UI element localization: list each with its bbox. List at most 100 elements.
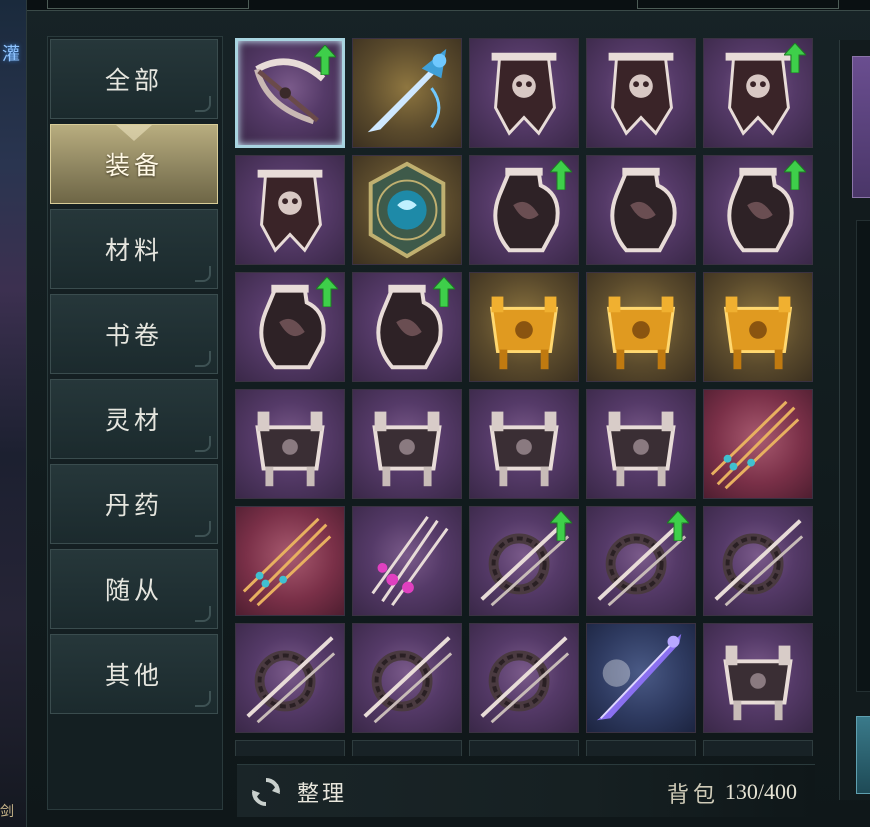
item-grid <box>235 38 819 758</box>
inventory-slot[interactable] <box>235 623 345 733</box>
tab-corner-ornament <box>195 351 211 367</box>
cauldron-gold-icon <box>489 296 559 370</box>
cauldron-icon <box>372 411 442 487</box>
category-tab[interactable]: 装备 <box>50 124 218 204</box>
inventory-slot-empty[interactable] <box>235 740 345 756</box>
inventory-slot[interactable] <box>586 389 696 499</box>
upgrade-arrow-icon <box>314 45 336 75</box>
background-scenery: 灌 剑 <box>0 0 26 827</box>
category-tab[interactable]: 灵材 <box>50 379 218 459</box>
inventory-slot[interactable] <box>703 272 813 382</box>
category-tab-label: 灵材 <box>104 406 163 435</box>
tab-corner-ornament <box>195 606 211 622</box>
inventory-slot[interactable] <box>235 155 345 265</box>
sword-icon <box>367 48 447 133</box>
scenery-text-bottom: 剑 <box>0 804 14 820</box>
inventory-slot[interactable] <box>352 155 462 265</box>
tab-corner-ornament <box>195 96 211 112</box>
bag-capacity: 130/400 <box>724 779 797 804</box>
ring-spear-icon <box>363 636 453 724</box>
cauldron-icon <box>255 411 325 487</box>
cauldron-icon <box>723 645 793 721</box>
category-tab[interactable]: 其他 <box>50 634 218 714</box>
cauldron-gold-icon <box>606 296 676 370</box>
category-tab-label: 全部 <box>104 66 163 95</box>
inventory-slot[interactable] <box>352 38 462 148</box>
inventory-slot[interactable] <box>469 389 579 499</box>
inventory-slot[interactable] <box>469 272 579 382</box>
tab-corner-ornament <box>195 436 211 452</box>
category-tab[interactable]: 书卷 <box>50 294 218 374</box>
sword-purple-icon <box>596 633 682 721</box>
category-tab[interactable]: 全部 <box>50 39 218 119</box>
inventory-slot[interactable] <box>586 38 696 148</box>
inventory-slot[interactable] <box>469 623 579 733</box>
category-tab[interactable]: 丹药 <box>50 464 218 544</box>
upgrade-arrow-icon <box>550 511 572 541</box>
banner-icon <box>257 169 323 253</box>
gourd-icon <box>610 167 677 253</box>
category-tab-label: 装备 <box>104 151 163 180</box>
side-panel-edge <box>839 40 870 800</box>
inventory-slot[interactable] <box>586 272 696 382</box>
upgrade-arrow-icon <box>550 160 572 190</box>
cauldron-gold-icon <box>723 296 793 370</box>
arrows-icon <box>710 400 800 490</box>
inventory-slot[interactable] <box>352 272 462 382</box>
cauldron-icon <box>489 411 559 487</box>
inventory-slot[interactable] <box>352 623 462 733</box>
inventory-slot-empty[interactable] <box>703 740 813 756</box>
inventory-slot[interactable] <box>235 38 345 148</box>
inventory-slot[interactable] <box>703 155 813 265</box>
upgrade-arrow-icon <box>784 43 806 73</box>
inventory-slot-empty[interactable] <box>586 740 696 756</box>
upgrade-arrow-icon <box>784 160 806 190</box>
ring-spear-icon <box>480 636 570 724</box>
inventory-slot[interactable] <box>469 38 579 148</box>
arrows-icon <box>242 517 332 607</box>
sort-button[interactable]: 整理 <box>249 775 379 809</box>
category-tab[interactable]: 随从 <box>50 549 218 629</box>
bag-label: 背包 <box>666 783 719 808</box>
refresh-icon <box>252 778 280 806</box>
inventory-panel: 全部装备材料书卷灵材丹药随从其他 整理 背包 130/400 <box>26 0 870 827</box>
side-tab-blue[interactable] <box>856 716 870 794</box>
inventory-slot[interactable] <box>703 38 813 148</box>
inventory-slot[interactable] <box>586 623 696 733</box>
upgrade-arrow-icon <box>667 511 689 541</box>
arrows-pink-icon <box>371 515 449 607</box>
inventory-slot-empty[interactable] <box>352 740 462 756</box>
inventory-slot[interactable] <box>703 506 813 616</box>
top-ornament-left <box>47 0 249 9</box>
inventory-slot[interactable] <box>586 506 696 616</box>
inventory-slot[interactable] <box>469 506 579 616</box>
scrollbar[interactable] <box>856 220 870 692</box>
side-tab-purple[interactable] <box>852 56 870 198</box>
category-tab[interactable]: 材料 <box>50 209 218 289</box>
inventory-slot[interactable] <box>235 272 345 382</box>
tab-corner-ornament <box>195 521 211 537</box>
inventory-slot[interactable] <box>469 155 579 265</box>
inventory-slot[interactable] <box>352 389 462 499</box>
inventory-slot[interactable] <box>235 389 345 499</box>
top-ornament-right <box>637 0 839 9</box>
scenery-text: 灌 <box>2 44 20 65</box>
cauldron-icon <box>606 411 676 487</box>
tab-corner-ornament <box>195 691 211 707</box>
upgrade-arrow-icon <box>316 277 338 307</box>
inventory-slot[interactable] <box>586 155 696 265</box>
category-tab-label: 随从 <box>104 576 163 605</box>
inventory-footer: 整理 背包 130/400 <box>237 764 815 817</box>
inventory-slot[interactable] <box>352 506 462 616</box>
panel-top-bar <box>27 0 870 11</box>
upgrade-arrow-icon <box>433 277 455 307</box>
inventory-slot[interactable] <box>703 623 813 733</box>
inventory-slot-empty[interactable] <box>469 740 579 756</box>
category-tab-label: 书卷 <box>104 321 163 350</box>
inventory-slot[interactable] <box>703 389 813 499</box>
shield-icon <box>368 161 446 259</box>
inventory-slot[interactable] <box>235 506 345 616</box>
ring-spear-icon <box>714 519 804 607</box>
category-tab-label: 其他 <box>104 661 163 690</box>
category-tab-label: 丹药 <box>104 491 163 520</box>
